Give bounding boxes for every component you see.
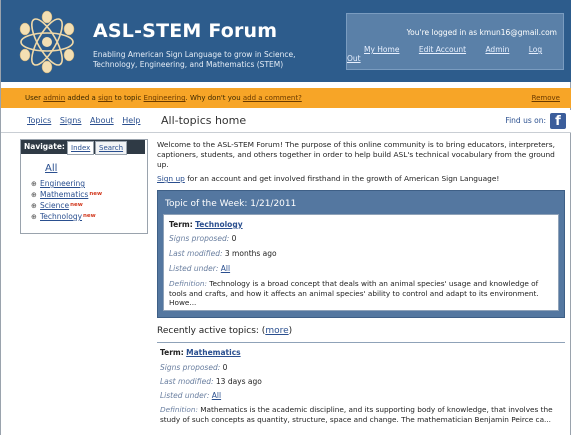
page: ASL-STEM Forum Enabling American Sign La… (0, 0, 571, 438)
nav-about-link[interactable]: About (90, 116, 114, 125)
signs-proposed-line: Signs proposed: 0 (160, 363, 228, 372)
topic-tree: ⊕ Engineering ⊕ Mathematicsnew ⊕ Sciencenew… (31, 178, 102, 222)
topic-science-link[interactable]: Science (40, 201, 69, 210)
topic-technology-link[interactable]: Technology (40, 212, 82, 221)
sign-up-link[interactable]: Sign up (157, 174, 185, 183)
my-home-link[interactable]: My Home (364, 45, 399, 54)
activity-notice-bar: User admin added a sign to topic Enginee… (1, 88, 571, 108)
nav-topics-link[interactable]: Topics (27, 116, 51, 125)
breadcrumb: All-topics home (161, 114, 247, 127)
term-line: Term: Mathematics (160, 348, 241, 357)
more-topics-link[interactable]: more (265, 326, 288, 336)
navigate-panel: Navigate: Index Search All ⊕ Engineering … (20, 139, 148, 234)
definition-text: Definition: Mathematics is the academic … (160, 405, 553, 424)
atom-hands-logo (19, 10, 75, 74)
site-title: ASL-STEM Forum (93, 20, 278, 42)
add-comment-link[interactable]: add a comment? (243, 94, 302, 102)
definition-text: Definition: Technology is a broad concep… (169, 279, 539, 308)
admin-link[interactable]: Admin (485, 45, 509, 54)
notice-topic-link[interactable]: Engineering (144, 94, 186, 102)
logged-in-status: You're logged in as kmun16@gmail.com (406, 28, 557, 37)
edit-account-link[interactable]: Edit Account (419, 45, 466, 54)
term-link[interactable]: Technology (195, 220, 242, 229)
new-badge: new (70, 202, 83, 208)
site-tagline: Enabling American Sign Language to grow … (93, 50, 296, 69)
topic-engineering-link[interactable]: Engineering (40, 179, 85, 188)
account-links: My Home Edit Account Admin Log Out (347, 45, 557, 63)
expand-icon[interactable]: ⊕ (31, 212, 40, 223)
topic-of-week-panel: Topic of the Week: 1/21/2011 Term: Techn… (157, 190, 565, 318)
last-modified-value: 3 months ago (224, 249, 277, 258)
listed-under-link[interactable]: All (212, 391, 221, 400)
listed-under-link[interactable]: All (221, 264, 230, 273)
facebook-icon[interactable]: f (550, 113, 566, 129)
last-modified-value: 13 days ago (215, 377, 262, 386)
last-modified-line: Last modified: 13 days ago (160, 377, 262, 386)
topic-tree-item: ⊕ Sciencenew (31, 200, 102, 211)
remove-notice-link[interactable]: Remove (532, 94, 560, 102)
signup-line: Sign up for an account and get involved … (157, 174, 500, 183)
find-us-label: Find us on: (505, 116, 546, 125)
activity-notice-text: User admin added a sign to topic Enginee… (25, 94, 302, 102)
site-header: ASL-STEM Forum Enabling American Sign La… (1, 0, 571, 82)
term-line: Term: Technology (169, 220, 243, 229)
primary-nav: Topics Signs About Help (27, 116, 146, 125)
topic-tree-item: ⊕ Mathematicsnew (31, 189, 102, 200)
topic-tree-item: ⊕ Technologynew (31, 211, 102, 222)
nav-all-link[interactable]: All (45, 163, 57, 174)
listed-under-line: Listed under: All (169, 264, 231, 273)
welcome-text: Welcome to the ASL-STEM Forum! The purpo… (157, 140, 555, 169)
nav-help-link[interactable]: Help (122, 116, 140, 125)
topic-of-week-title: Topic of the Week: 1/21/2011 (165, 199, 297, 209)
account-panel: You're logged in as kmun16@gmail.com My … (346, 13, 564, 70)
topic-mathematics-link[interactable]: Mathematics (40, 190, 88, 199)
topic-tree-item: ⊕ Engineering (31, 178, 102, 189)
navigate-label: Navigate: (24, 142, 65, 151)
last-modified-line: Last modified: 3 months ago (169, 249, 277, 258)
signs-proposed-count: 0 (231, 234, 237, 243)
recent-topics-heading: Recently active topics: (more) (157, 326, 293, 336)
tab-index[interactable]: Index (67, 141, 95, 155)
signs-proposed-count: 0 (222, 363, 228, 372)
term-card: Term: Technology Signs proposed: 0 Last … (163, 214, 559, 311)
signs-proposed-line: Signs proposed: 0 (169, 234, 237, 243)
nav-signs-link[interactable]: Signs (60, 116, 82, 125)
recent-topic-card: Term: Mathematics Signs proposed: 0 Last… (157, 342, 565, 438)
top-nav-bar: Topics Signs About Help All-topics home … (1, 110, 571, 133)
notice-sign-link[interactable]: sign (98, 94, 112, 102)
notice-user-link[interactable]: admin (43, 94, 65, 102)
tab-search[interactable]: Search (95, 141, 128, 155)
new-badge: new (89, 191, 103, 197)
new-badge: new (83, 213, 96, 219)
listed-under-line: Listed under: All (160, 391, 222, 400)
term-link[interactable]: Mathematics (186, 348, 240, 357)
